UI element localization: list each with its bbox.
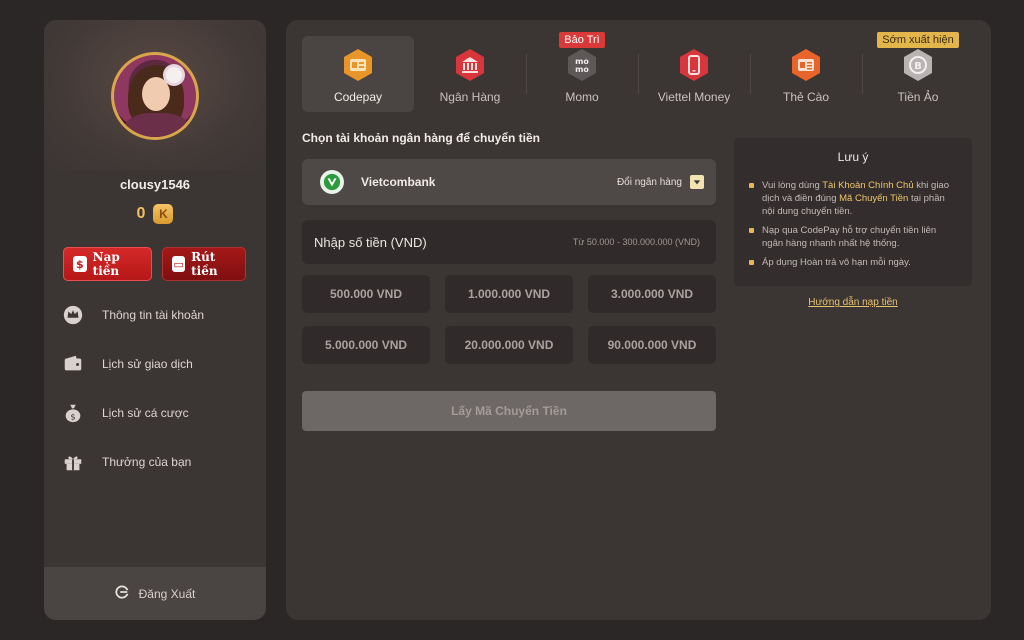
- logout-label: Đăng Xuất: [138, 586, 196, 601]
- tab-label: Ngân Hàng: [439, 90, 501, 104]
- coin-icon: K: [153, 204, 174, 224]
- username: clousy1546: [119, 177, 191, 192]
- preset-amount-button[interactable]: 500.000 VND: [302, 275, 430, 313]
- wallet-actions: $ Nạp tiền ▭ Rút tiền: [63, 247, 246, 281]
- tab-label: Viettel Money: [657, 90, 731, 104]
- deposit-panel: Codepay Ngân Hàng Bảo Trì mo mo Momo Vie…: [286, 20, 991, 620]
- tab-viettel-money[interactable]: Viettel Money: [638, 36, 750, 112]
- tab-label: Tiền Ảo: [897, 90, 939, 104]
- tab-label: Momo: [565, 90, 599, 104]
- tab-bank[interactable]: Ngân Hàng: [414, 36, 526, 112]
- balance: 0 K: [44, 204, 266, 224]
- coming-soon-badge: Sớm xuất hiện: [877, 32, 959, 48]
- withdraw-button[interactable]: ▭ Rút tiền: [162, 247, 246, 281]
- gift-icon: [62, 451, 84, 473]
- preset-amount-button[interactable]: 90.000.000 VND: [588, 326, 716, 364]
- notes-title: Lưu ý: [837, 150, 869, 164]
- codepay-icon: [344, 49, 372, 81]
- tab-label: Codepay: [333, 90, 383, 104]
- tab-momo[interactable]: Bảo Trì mo mo Momo: [526, 32, 638, 112]
- logout-button[interactable]: Đăng Xuất: [44, 567, 266, 620]
- menu-item-label: Lịch sử cá cược: [102, 405, 189, 420]
- menu-item-label: Thưởng của bạn: [102, 454, 192, 469]
- preset-amount-button[interactable]: 3.000.000 VND: [588, 275, 716, 313]
- bank-name: Vietcombank: [361, 175, 436, 189]
- bank-selector[interactable]: Vietcombank Đổi ngân hàng: [302, 159, 716, 205]
- menu-item-transaction-history[interactable]: Lịch sử giao dịch: [62, 339, 252, 388]
- preset-amount-button[interactable]: 1.000.000 VND: [445, 275, 573, 313]
- sidebar: clousy1546 0 K $ Nạp tiền ▭ Rút tiền Thô…: [44, 20, 266, 620]
- menu-item-rewards[interactable]: Thưởng của bạn: [62, 437, 252, 486]
- notes-box: Lưu ý Vui lòng dùng Tài Khoản Chính Chủ …: [734, 138, 972, 286]
- payment-method-tabs: Codepay Ngân Hàng Bảo Trì mo mo Momo Vie…: [302, 32, 974, 112]
- wallet-icon: [62, 353, 84, 375]
- deposit-guide-link[interactable]: Hướng dẫn nạp tiền: [734, 297, 972, 308]
- money-bag-icon: $: [62, 402, 84, 424]
- deposit-button[interactable]: $ Nạp tiền: [63, 247, 152, 281]
- note-item: Áp dụng Hoàn trả vô hạn mỗi ngày.: [748, 256, 958, 269]
- wallet-withdraw-icon: ▭: [172, 256, 186, 272]
- menu-item-label: Lịch sử giao dịch: [102, 356, 193, 371]
- chevron-down-icon[interactable]: [690, 175, 704, 189]
- withdraw-button-label: Rút tiền: [191, 250, 218, 278]
- menu-item-bet-history[interactable]: $ Lịch sử cá cược: [62, 388, 252, 437]
- balance-value: 0: [136, 205, 146, 222]
- crypto-icon: B: [904, 49, 932, 81]
- get-transfer-code-button[interactable]: Lấy Mã Chuyển Tiền: [302, 391, 716, 431]
- tab-label: Thẻ Cào: [782, 90, 830, 104]
- svg-text:B: B: [914, 61, 922, 72]
- note-item: Vui lòng dùng Tài Khoản Chính Chủ khi gi…: [748, 179, 958, 218]
- card-icon: [792, 49, 820, 81]
- amount-input-label: Nhập số tiền (VND): [314, 234, 427, 250]
- bank-icon: [456, 49, 484, 81]
- preset-amounts: 500.000 VND 1.000.000 VND 3.000.000 VND …: [302, 275, 716, 364]
- menu-item-label: Thông tin tài khoản: [102, 307, 205, 322]
- note-item: Nạp qua CodePay hỗ trợ chuyển tiền liên …: [748, 224, 958, 250]
- tab-crypto[interactable]: Sớm xuất hiện B Tiền Ảo: [862, 32, 974, 112]
- logout-icon: [115, 585, 129, 602]
- vietcombank-logo-icon: [320, 170, 344, 194]
- preset-amount-button[interactable]: 20.000.000 VND: [445, 326, 573, 364]
- tab-codepay[interactable]: Codepay: [302, 36, 414, 112]
- svg-text:$: $: [70, 411, 75, 421]
- deposit-button-label: Nạp tiền: [92, 250, 120, 278]
- amount-range-hint: Từ 50.000 - 300.000.000 (VND): [572, 237, 700, 247]
- amount-input[interactable]: Nhập số tiền (VND) Từ 50.000 - 300.000.0…: [302, 220, 716, 264]
- momo-icon: mo mo: [568, 49, 596, 81]
- crown-badge-icon: [62, 304, 84, 326]
- tab-scratch-card[interactable]: Thẻ Cào: [750, 36, 862, 112]
- maintenance-badge: Bảo Trì: [559, 32, 605, 48]
- deposit-icon: $: [73, 256, 87, 272]
- phone-icon: [680, 49, 708, 81]
- preset-amount-button[interactable]: 5.000.000 VND: [302, 326, 430, 364]
- account-menu: Thông tin tài khoản Lịch sử giao dịch $ …: [62, 290, 252, 486]
- section-title: Chọn tài khoản ngân hàng để chuyển tiền: [302, 131, 541, 145]
- change-bank-label[interactable]: Đổi ngân hàng: [617, 177, 682, 188]
- svg-text:mo: mo: [575, 65, 589, 74]
- menu-item-account-info[interactable]: Thông tin tài khoản: [62, 290, 252, 339]
- avatar[interactable]: [111, 52, 199, 140]
